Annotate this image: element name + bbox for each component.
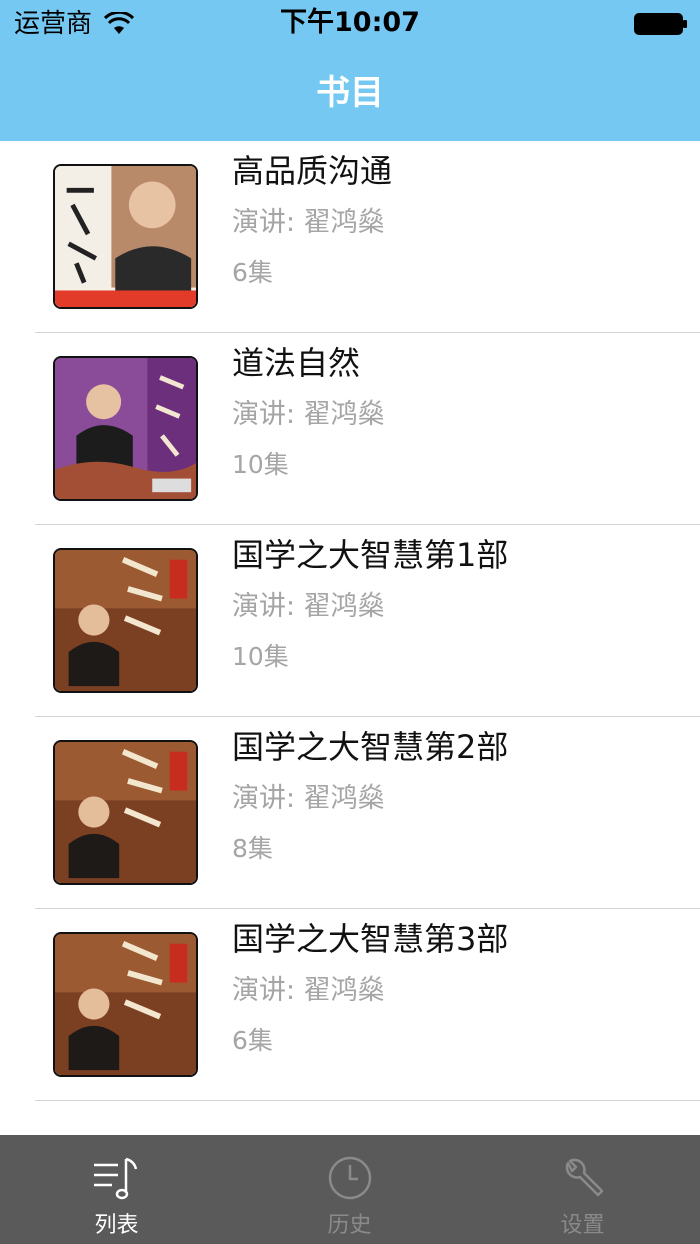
tab-label: 列表	[94, 1213, 139, 1238]
book-row[interactable]: 国学之大智慧第2部 演讲: 翟鸿燊 8集	[0, 717, 700, 909]
book-speaker: 演讲: 翟鸿燊	[232, 783, 385, 814]
tab-label: 历史	[327, 1213, 372, 1238]
tab-label: 设置	[560, 1213, 605, 1238]
book-row[interactable]: 高品质沟通 演讲: 翟鸿燊 6集	[0, 141, 700, 333]
book-cover-image	[53, 548, 198, 693]
top-bar: 运营商 下午10:07 书目	[0, 0, 700, 141]
music-list-icon	[94, 1157, 138, 1200]
book-cover-image	[53, 164, 198, 309]
book-cover-image	[53, 932, 198, 1077]
book-episode-count: 8集	[232, 834, 273, 863]
book-speaker: 演讲: 翟鸿燊	[232, 591, 385, 622]
tab-history[interactable]: 历史	[233, 1135, 466, 1244]
book-title: 道法自然	[232, 344, 361, 382]
row-divider	[35, 1100, 700, 1101]
book-row[interactable]: 国学之大智慧第3部 演讲: 翟鸿燊 6集	[0, 909, 700, 1101]
book-cover-image	[53, 740, 198, 885]
book-episode-count: 6集	[232, 258, 273, 287]
book-title: 高品质沟通	[232, 152, 393, 190]
wrench-icon	[565, 1158, 604, 1197]
book-speaker: 演讲: 翟鸿燊	[232, 975, 385, 1006]
page-title: 书目	[316, 73, 384, 113]
clock-icon	[328, 1156, 372, 1200]
book-cover-image	[53, 356, 198, 501]
book-list[interactable]: 高品质沟通 演讲: 翟鸿燊 6集 道法自然 演讲: 翟鸿燊 10集 国学之大智慧…	[0, 141, 700, 1135]
book-row[interactable]: 国学之大智慧第1部 演讲: 翟鸿燊 10集	[0, 525, 700, 717]
book-episode-count: 10集	[232, 450, 289, 479]
status-bar: 运营商 下午10:07	[0, 0, 700, 48]
tab-bar: 列表 历史 设置	[0, 1135, 700, 1244]
book-title: 国学之大智慧第1部	[232, 536, 509, 574]
book-row[interactable]: 道法自然 演讲: 翟鸿燊 10集	[0, 333, 700, 525]
tab-settings[interactable]: 设置	[466, 1135, 699, 1244]
status-time: 下午10:07	[280, 7, 420, 38]
battery-icon	[634, 13, 687, 35]
book-title: 国学之大智慧第2部	[232, 728, 509, 766]
book-title: 国学之大智慧第3部	[232, 920, 509, 958]
book-episode-count: 10集	[232, 642, 289, 671]
tab-list[interactable]: 列表	[0, 1135, 233, 1244]
book-speaker: 演讲: 翟鸿燊	[232, 207, 385, 238]
book-episode-count: 6集	[232, 1026, 273, 1055]
book-speaker: 演讲: 翟鸿燊	[232, 399, 385, 430]
